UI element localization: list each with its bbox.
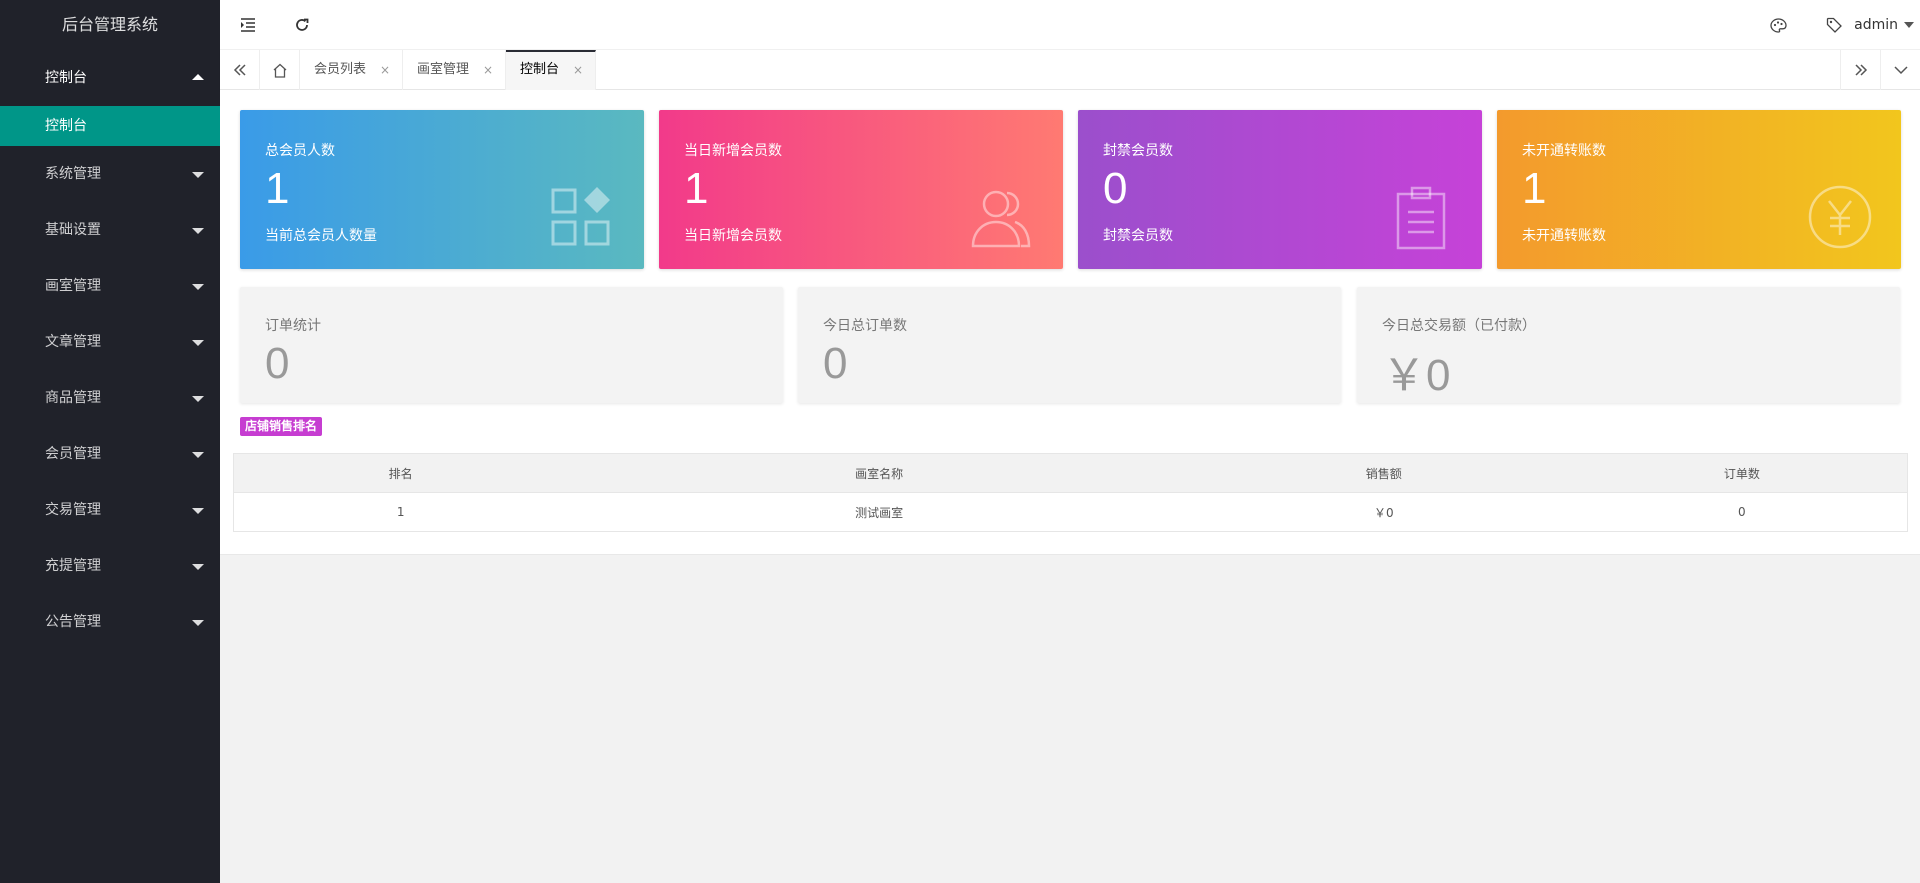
card-subtitle: 封禁会员数 <box>1103 228 1173 244</box>
sidebar-item-basic-settings[interactable]: 基础设置 <box>0 202 220 258</box>
sidebar-item-transactions[interactable]: 交易管理 <box>0 482 220 538</box>
chevron-down-icon <box>192 172 204 178</box>
stat-label: 今日总订单数 <box>823 318 907 334</box>
ranking-table: 排名 画室名称 销售额 订单数 1 测试画室 ￥0 0 <box>233 453 1908 532</box>
stat-value: 0 <box>823 339 848 388</box>
chevron-down-icon <box>192 340 204 346</box>
sidebar-item-label: 会员管理 <box>45 446 101 462</box>
chevron-down-icon <box>1904 22 1914 28</box>
users-icon <box>971 190 1031 248</box>
theme-palette-icon[interactable] <box>1750 0 1806 50</box>
card-subtitle: 未开通转账数 <box>1522 228 1606 244</box>
card-total-members: 总会员人数 1 当前总会员人数量 <box>240 110 644 269</box>
table-cell: ￥0 <box>1190 492 1577 532</box>
sidebar-item-members[interactable]: 会员管理 <box>0 426 220 482</box>
sidebar-item-products[interactable]: 商品管理 <box>0 370 220 426</box>
sidebar-item-label: 基础设置 <box>45 222 101 238</box>
sidebar-item-studio[interactable]: 画室管理 <box>0 258 220 314</box>
table-header-row: 排名 画室名称 销售额 订单数 <box>233 453 1908 493</box>
card-label: 总会员人数 <box>265 143 335 159</box>
chevron-down-icon <box>192 452 204 458</box>
chevron-down-icon <box>192 396 204 402</box>
sidebar-item-articles[interactable]: 文章管理 <box>0 314 220 370</box>
card-transfer-not-enabled: 未开通转账数 1 未开通转账数 <box>1497 110 1901 269</box>
card-banned-members: 封禁会员数 0 封禁会员数 <box>1078 110 1482 269</box>
sidebar-item-announcements[interactable]: 公告管理 <box>0 594 220 650</box>
tab-options-chevron-icon[interactable] <box>1880 50 1920 90</box>
chevron-up-icon <box>192 74 204 80</box>
chevron-down-icon <box>192 508 204 514</box>
ranking-title-badge: 店铺销售排名 <box>240 417 323 436</box>
clipboard-icon <box>1396 186 1446 250</box>
table-cell: 测试画室 <box>567 492 1191 532</box>
tab-studio-management[interactable]: 画室管理 × <box>403 50 507 90</box>
sidebar-item-label: 文章管理 <box>45 334 101 350</box>
sidebar-item-label: 商品管理 <box>45 390 101 406</box>
card-value: 1 <box>265 164 290 213</box>
sidebar-item-deposit-withdraw[interactable]: 充提管理 <box>0 538 220 594</box>
stat-today-revenue: 今日总交易额（已付款） ￥0 <box>1357 287 1900 403</box>
sidebar-item-label: 系统管理 <box>45 166 101 182</box>
tab-label: 画室管理 <box>417 62 470 77</box>
stat-label: 订单统计 <box>265 318 321 334</box>
chevron-down-icon <box>192 284 204 290</box>
stat-value: 0 <box>265 339 290 388</box>
apps-icon <box>551 187 610 246</box>
card-label: 未开通转账数 <box>1522 143 1606 159</box>
table-row: 1 测试画室 ￥0 0 <box>233 492 1908 532</box>
chevron-down-icon <box>192 564 204 570</box>
tab-label: 会员列表 <box>314 62 367 77</box>
sidebar-item-label: 充提管理 <box>45 558 101 574</box>
stat-order-count: 订单统计 0 <box>240 287 783 403</box>
yen-icon <box>1808 185 1872 249</box>
dashboard-content: 总会员人数 1 当前总会员人数量 当日新增会员数 1 当日新增会员数 封禁会员数… <box>220 90 1920 555</box>
table-cell: 0 <box>1576 492 1908 532</box>
column-header: 画室名称 <box>567 453 1191 493</box>
sidebar-item-label: 公告管理 <box>45 614 101 630</box>
scroll-left-icon[interactable] <box>220 50 260 90</box>
card-value: 0 <box>1103 164 1128 213</box>
sidebar-subitem-dashboard[interactable]: 控制台 <box>0 106 220 146</box>
sidebar: 后台管理系统 控制台 控制台 系统管理 基础设置 画室管理 文章管理 商品管理 … <box>0 0 220 883</box>
card-value: 1 <box>684 164 709 213</box>
refresh-icon[interactable] <box>274 0 330 50</box>
tab-label: 控制台 <box>520 62 560 77</box>
tab-dashboard[interactable]: 控制台 × <box>506 50 597 90</box>
sidebar-item-dashboard[interactable]: 控制台 <box>0 50 220 106</box>
card-new-members-today: 当日新增会员数 1 当日新增会员数 <box>659 110 1063 269</box>
user-menu[interactable]: admin <box>1854 0 1918 50</box>
tab-member-list[interactable]: 会员列表 × <box>300 50 404 90</box>
stat-today-orders: 今日总订单数 0 <box>798 287 1341 403</box>
username-label: admin <box>1854 17 1898 33</box>
sidebar-item-system[interactable]: 系统管理 <box>0 146 220 202</box>
card-label: 当日新增会员数 <box>684 143 782 159</box>
card-subtitle: 当日新增会员数 <box>684 228 782 244</box>
home-icon[interactable] <box>260 50 300 90</box>
card-label: 封禁会员数 <box>1103 143 1173 159</box>
tab-list: 会员列表 × 画室管理 × 控制台 × <box>260 50 597 90</box>
card-value: 1 <box>1522 164 1547 213</box>
sidebar-item-label: 画室管理 <box>45 278 101 294</box>
scroll-right-icon[interactable] <box>1840 50 1880 90</box>
chevron-down-icon <box>192 620 204 626</box>
card-subtitle: 当前总会员人数量 <box>265 228 377 244</box>
stat-label: 今日总交易额（已付款） <box>1382 318 1536 334</box>
stat-value: ￥0 <box>1382 351 1451 400</box>
column-header: 订单数 <box>1576 453 1908 493</box>
sidebar-item-label: 交易管理 <box>45 502 101 518</box>
app-logo-title[interactable]: 后台管理系统 <box>0 0 220 50</box>
sidebar-item-label: 控制台 <box>45 70 87 86</box>
menu-fold-icon[interactable] <box>220 0 276 50</box>
top-header: admin <box>220 0 1920 50</box>
column-header: 销售额 <box>1190 453 1577 493</box>
chevron-down-icon <box>192 228 204 234</box>
column-header: 排名 <box>233 453 568 493</box>
close-icon[interactable]: × <box>483 50 493 90</box>
close-icon[interactable]: × <box>380 50 390 90</box>
tab-bar: 会员列表 × 画室管理 × 控制台 × <box>220 50 1920 90</box>
table-cell: 1 <box>233 492 568 532</box>
close-icon[interactable]: × <box>573 52 583 88</box>
